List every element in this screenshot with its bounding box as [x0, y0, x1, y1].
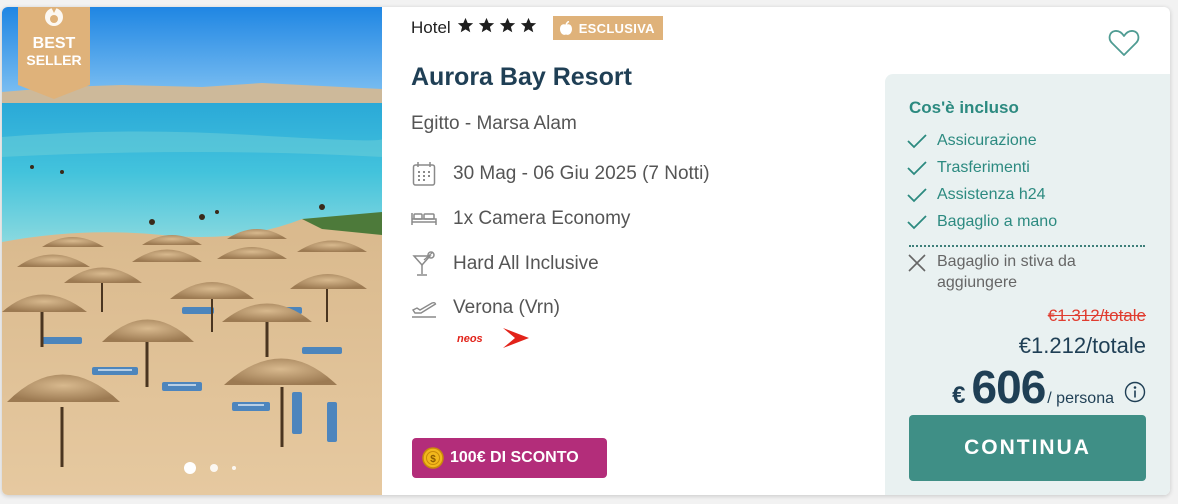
star-icon	[499, 17, 515, 33]
excluded-item: Bagaglio in stiva da aggiungere	[907, 251, 1137, 293]
continue-button[interactable]: CONTINUA	[909, 415, 1146, 481]
star-icon	[457, 17, 473, 33]
badge-line-2: SELLER	[26, 52, 82, 68]
hotel-location: Egitto - Marsa Alam	[411, 113, 577, 134]
old-total-price: €1.312/totale	[1047, 306, 1146, 325]
close-icon	[907, 253, 929, 275]
included-item: Trasferimenti	[907, 158, 1030, 178]
included-item: Assistenza h24	[907, 185, 1046, 205]
coin-icon: $	[422, 447, 444, 469]
neos-airline-logo: neos	[457, 328, 529, 348]
badge-line-1: BEST	[32, 35, 76, 52]
included-title: Cos'è incluso	[909, 98, 1019, 117]
info-icon[interactable]	[1124, 381, 1146, 403]
hotel-category: Hotel ESCLUSIVA	[411, 15, 663, 41]
hotel-name[interactable]: Aurora Bay Resort	[411, 63, 632, 92]
included-item: Assicurazione	[907, 131, 1037, 151]
departure-row: Verona (Vrn)	[411, 295, 560, 321]
total-price: €1.212/totale	[1018, 333, 1146, 358]
bed-icon	[411, 206, 437, 232]
cocktail-icon	[411, 251, 437, 277]
room-row: 1x Camera Economy	[411, 206, 630, 232]
dates-row: 30 Mag - 06 Giu 2025 (7 Notti)	[411, 161, 710, 187]
star-icon	[520, 17, 536, 33]
svg-text:$: $	[430, 454, 436, 465]
currency-symbol: €	[952, 382, 966, 409]
star-icon	[478, 17, 494, 33]
svg-text:neos: neos	[457, 333, 483, 345]
included-divider	[909, 245, 1145, 247]
apple-icon	[559, 20, 572, 35]
favorite-heart-icon[interactable]	[1108, 29, 1140, 57]
board-type: Hard All Inclusive	[453, 253, 599, 274]
per-person-amount: 606	[971, 361, 1047, 413]
hotel-category-label: Hotel	[411, 18, 451, 37]
offer-card: BEST SELLER Hotel ESCLUSIVA Aurora Bay R…	[2, 7, 1170, 495]
included-item-label: Trasferimenti	[937, 159, 1030, 176]
price-per-person: € 606 / persona	[952, 360, 1146, 414]
departure-airport: Verona (Vrn)	[453, 297, 561, 318]
exclusive-badge: ESCLUSIVA	[552, 16, 663, 40]
hotel-photo[interactable]: BEST SELLER	[2, 7, 382, 495]
carousel-dots	[184, 462, 236, 474]
travel-dates: 30 Mag - 06 Giu 2025 (7 Notti)	[453, 163, 710, 184]
carousel-dot-3[interactable]	[232, 466, 236, 470]
best-seller-label: BEST SELLER	[18, 35, 90, 69]
check-icon	[907, 185, 929, 205]
carousel-dot-1[interactable]	[184, 462, 196, 474]
per-person-unit: / persona	[1047, 390, 1114, 407]
calendar-icon	[411, 161, 437, 187]
included-item-label: Assistenza h24	[937, 186, 1046, 203]
included-item-label: Bagaglio a mano	[937, 213, 1058, 230]
discount-label: 100€ DI SCONTO	[450, 449, 579, 466]
check-icon	[907, 131, 929, 151]
board-row: Hard All Inclusive	[411, 251, 599, 277]
excluded-item-label: Bagaglio in stiva da aggiungere	[937, 253, 1076, 291]
carousel-dot-2[interactable]	[210, 464, 218, 472]
check-icon	[907, 158, 929, 178]
included-item-label: Assicurazione	[937, 132, 1037, 149]
included-panel: Cos'è incluso Assicurazione Trasferiment…	[885, 74, 1170, 495]
check-icon	[907, 212, 929, 232]
included-item: Bagaglio a mano	[907, 212, 1057, 232]
discount-badge: $ 100€ DI SCONTO	[412, 438, 607, 478]
plane-takeoff-icon	[411, 295, 437, 321]
exclusive-label: ESCLUSIVA	[578, 20, 655, 36]
room-type: 1x Camera Economy	[453, 208, 631, 229]
star-rating	[457, 17, 541, 39]
